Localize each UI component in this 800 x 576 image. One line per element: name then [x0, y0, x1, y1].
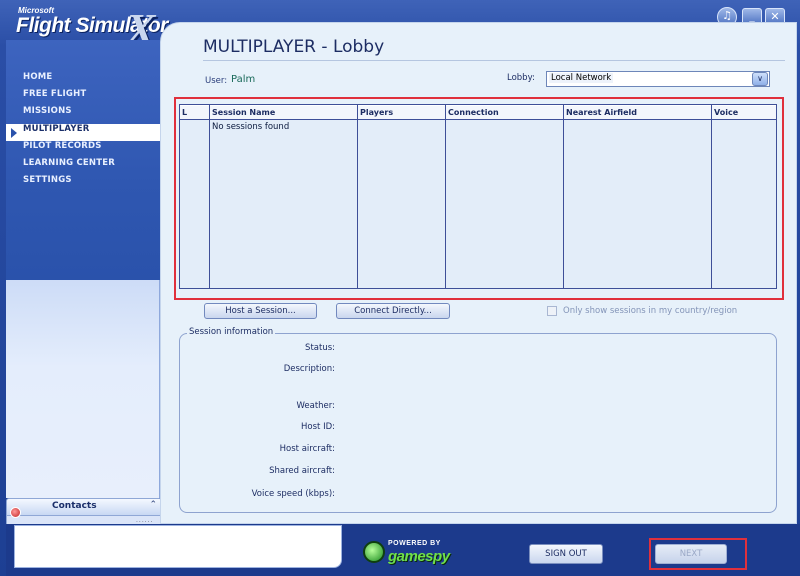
- contacts-resize-grip[interactable]: ......: [136, 517, 153, 524]
- chat-panel[interactable]: [14, 525, 342, 568]
- lobby-label: Lobby:: [507, 73, 535, 83]
- info-description-label: Description:: [283, 364, 335, 374]
- column-header-l[interactable]: L: [180, 105, 209, 120]
- session-info-title: Session information: [187, 327, 276, 337]
- column-voice: Voice: [712, 105, 776, 288]
- contacts-label: Contacts: [52, 501, 97, 511]
- sidebar-item-learning-center[interactable]: LEARNING CENTER: [6, 158, 160, 175]
- column-header-session-name[interactable]: Session Name: [210, 105, 357, 120]
- info-shared-aircraft-label: Shared aircraft:: [269, 466, 335, 476]
- host-session-button[interactable]: Host a Session...: [204, 303, 317, 319]
- info-voice-speed-label: Voice speed (kbps):: [251, 489, 335, 499]
- gamespy-logo: POWERED BY gamespy: [363, 540, 463, 566]
- column-header-nearest-airfield[interactable]: Nearest Airfield: [564, 105, 711, 120]
- powered-by-text: POWERED BY: [388, 540, 441, 547]
- country-filter-label: Only show sessions in my country/region: [563, 306, 738, 316]
- column-connection: Connection: [446, 105, 564, 288]
- lobby-select[interactable]: Local Network ∨: [546, 71, 770, 87]
- sidebar-item-settings[interactable]: SETTINGS: [6, 175, 160, 192]
- column-l: L: [180, 105, 210, 288]
- user-value: Palm: [231, 74, 256, 85]
- user-label: User:: [205, 76, 228, 86]
- sidebar-nav: HOME FREE FLIGHT MISSIONS MULTIPLAYER PI…: [6, 72, 160, 192]
- column-header-connection[interactable]: Connection: [446, 105, 563, 120]
- sidebar-item-pilot-records[interactable]: PILOT RECORDS: [6, 141, 160, 158]
- column-nearest-airfield: Nearest Airfield: [564, 105, 712, 288]
- contacts-status-icon: [10, 507, 21, 518]
- info-host-aircraft-label: Host aircraft:: [279, 444, 335, 454]
- contacts-bar[interactable]: Contacts ⌃: [6, 498, 162, 516]
- column-header-players[interactable]: Players: [358, 105, 445, 120]
- chevron-down-icon[interactable]: ∨: [752, 72, 768, 86]
- info-weather-label: Weather:: [296, 401, 335, 411]
- empty-message: No sessions found: [212, 122, 290, 132]
- sign-out-button[interactable]: SIGN OUT: [529, 544, 603, 564]
- country-filter-checkbox[interactable]: [547, 306, 557, 316]
- sidebar-item-missions[interactable]: MISSIONS: [6, 106, 160, 123]
- gamespy-globe-icon: [363, 541, 385, 563]
- info-host-id-label: Host ID:: [301, 422, 335, 432]
- sidebar-item-free-flight[interactable]: FREE FLIGHT: [6, 89, 160, 106]
- title-divider: [203, 60, 785, 61]
- lobby-selected-value: Local Network: [549, 73, 614, 83]
- sidebar: HOME FREE FLIGHT MISSIONS MULTIPLAYER PI…: [6, 40, 160, 280]
- session-table[interactable]: L Session Name No sessions found Players…: [179, 104, 777, 289]
- column-session-name: Session Name No sessions found: [210, 105, 358, 288]
- page-title: MULTIPLAYER - Lobby: [203, 37, 385, 57]
- chevron-up-icon[interactable]: ⌃: [149, 500, 157, 510]
- sidebar-item-home[interactable]: HOME: [6, 72, 160, 89]
- sidebar-item-multiplayer[interactable]: MULTIPLAYER: [6, 123, 160, 141]
- connect-directly-button[interactable]: Connect Directly...: [336, 303, 450, 319]
- info-status-label: Status:: [305, 343, 335, 353]
- column-players: Players: [358, 105, 446, 288]
- column-header-voice[interactable]: Voice: [712, 105, 776, 120]
- next-button[interactable]: NEXT: [655, 544, 727, 564]
- sidebar-lower-panel: [6, 280, 160, 498]
- gamespy-wordmark: gamespy: [388, 548, 450, 565]
